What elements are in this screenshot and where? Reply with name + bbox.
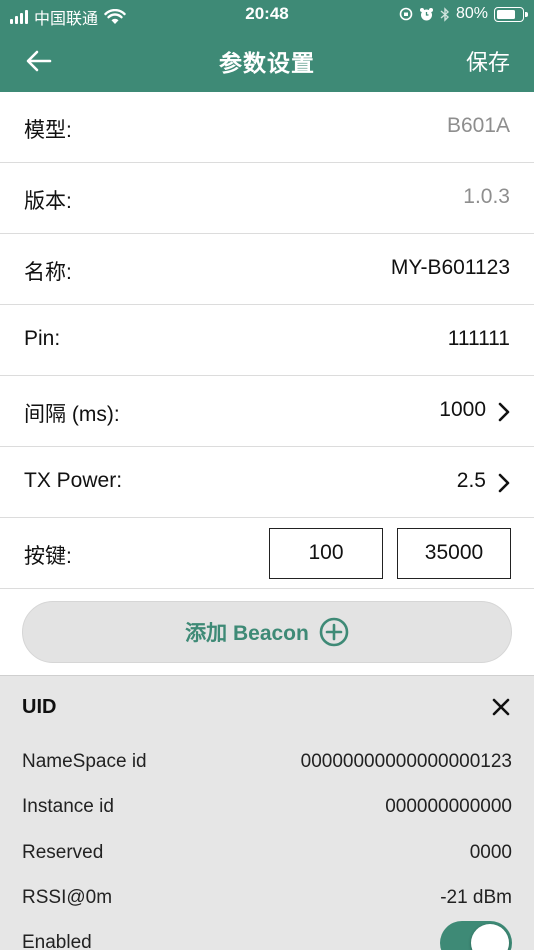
param-value-name[interactable]: MY-B601123 — [391, 256, 510, 280]
uid-label-rssi: RSSI@0m — [22, 887, 113, 908]
add-beacon-button[interactable]: 添加 Beacon — [22, 601, 512, 663]
key-input-2[interactable]: 35000 — [397, 528, 511, 579]
param-row-model: 模型: B601A — [0, 92, 534, 163]
uid-value-rssi[interactable]: -21 dBm — [440, 887, 512, 909]
uid-panel-title: UID — [22, 696, 57, 718]
uid-label-namespace: NameSpace id — [22, 751, 147, 772]
param-value-interval: 1000 — [439, 398, 486, 421]
uid-value-instance[interactable]: 000000000000 — [385, 796, 512, 818]
param-value-version: 1.0.3 — [463, 185, 510, 208]
app-header: 中国联通 20:48 80% 参数设置 保存 — [0, 0, 534, 92]
battery-percent: 80% — [455, 5, 488, 22]
uid-label-instance: Instance id — [22, 796, 114, 817]
param-value-model: B601A — [446, 114, 510, 137]
key-input-1[interactable]: 100 — [269, 528, 383, 579]
alarm-icon — [419, 7, 433, 20]
toggle-knob — [471, 924, 509, 950]
param-label-name: 名称: — [24, 261, 72, 284]
param-label-pin: Pin: — [24, 327, 61, 350]
status-right: 80% — [399, 5, 528, 23]
enabled-toggle[interactable] — [440, 921, 512, 950]
param-value-pin[interactable]: 111111 — [448, 327, 510, 351]
param-row-version: 版本: 1.0.3 — [0, 163, 534, 234]
uid-row-reserved[interactable]: Reserved 0000 — [0, 842, 534, 872]
chevron-right-icon — [498, 473, 510, 493]
uid-row-namespace[interactable]: NameSpace id 00000000000000000123 — [0, 751, 534, 781]
param-label-version: 版本: — [24, 190, 72, 213]
param-label-interval: 间隔 (ms): — [24, 403, 120, 426]
save-button[interactable]: 保存 — [466, 45, 510, 77]
param-value-tx-power: 2.5 — [456, 469, 486, 492]
status-bar: 中国联通 20:48 80% — [0, 0, 534, 30]
param-row-name[interactable]: 名称: MY-B601123 — [0, 234, 534, 305]
battery-icon — [494, 6, 528, 22]
chevron-right-icon — [498, 402, 510, 422]
plus-circle-icon — [319, 617, 349, 647]
uid-value-namespace[interactable]: 00000000000000000123 — [301, 751, 512, 773]
uid-value-reserved[interactable]: 0000 — [470, 842, 512, 864]
param-label-model: 模型: — [24, 119, 72, 142]
add-beacon-label: 添加 Beacon — [185, 622, 309, 645]
nav-bar: 参数设置 保存 — [0, 30, 534, 92]
param-row-keys: 按键: 100 35000 — [0, 518, 534, 589]
uid-label-enabled: Enabled — [22, 932, 92, 950]
page-title: 参数设置 — [219, 50, 315, 76]
close-icon[interactable] — [490, 696, 512, 718]
uid-panel: UID NameSpace id 00000000000000000123 In… — [0, 675, 534, 950]
bluetooth-icon — [440, 6, 449, 22]
uid-row-rssi[interactable]: RSSI@0m -21 dBm — [0, 887, 534, 917]
param-row-tx-power[interactable]: TX Power: 2.5 — [0, 447, 534, 518]
uid-row-instance[interactable]: Instance id 000000000000 — [0, 796, 534, 826]
param-label-tx-power: TX Power: — [24, 469, 123, 492]
orientation-lock-icon — [399, 7, 413, 21]
uid-label-reserved: Reserved — [22, 842, 104, 863]
param-row-interval[interactable]: 间隔 (ms): 1000 — [0, 376, 534, 447]
param-label-keys: 按键: — [24, 545, 72, 568]
param-row-pin[interactable]: Pin: 111111 — [0, 305, 534, 376]
